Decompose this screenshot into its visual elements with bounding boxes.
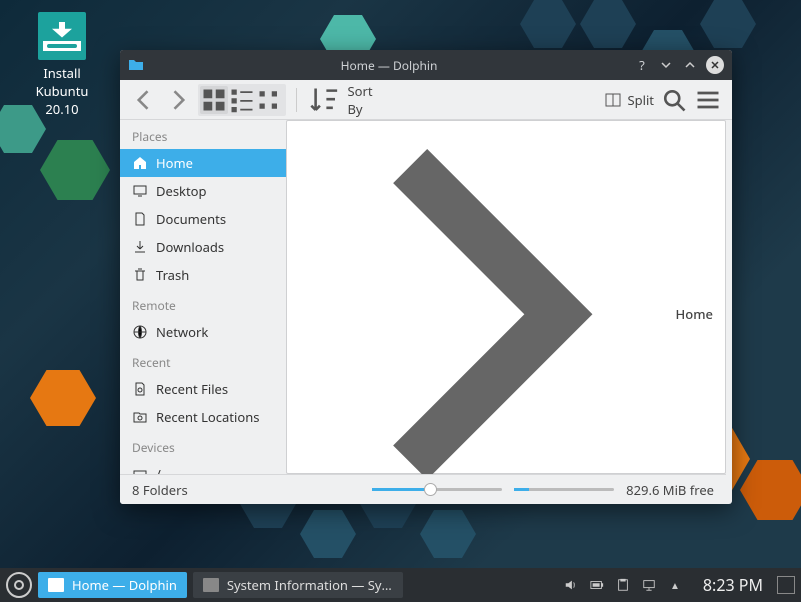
- sidebar-item-[interactable]: /: [120, 460, 286, 474]
- breadcrumb-current: Home: [676, 305, 713, 323]
- system-tray: ▲: [557, 578, 689, 592]
- help-icon[interactable]: ?: [634, 57, 650, 73]
- sidebar: Places Home Desktop Documents Downloads Trash…: [120, 120, 286, 474]
- maximize-icon[interactable]: [682, 57, 698, 73]
- network-icon: [132, 324, 148, 340]
- search-icon: [660, 86, 688, 114]
- home-icon: [132, 155, 148, 171]
- task-label: System Information — System ...: [227, 576, 393, 594]
- titlebar[interactable]: Home — Dolphin ? ✕: [120, 50, 732, 80]
- app-folder-icon: [128, 57, 144, 73]
- statusbar: 8 Folders 829.6 MiB free: [120, 474, 726, 504]
- menu-button[interactable]: [694, 86, 722, 114]
- task-app-icon: [48, 578, 64, 592]
- sidebar-item-recentlocations[interactable]: Recent Locations: [120, 403, 286, 431]
- sidebar-item-label: Recent Files: [156, 380, 228, 398]
- recent-file-icon: [132, 381, 148, 397]
- sidebar-header: Remote: [120, 289, 286, 318]
- sidebar-header: Places: [120, 120, 286, 149]
- volume-icon[interactable]: [563, 578, 579, 592]
- split-label: Split: [627, 91, 654, 109]
- sort-by-button[interactable]: Sort By: [307, 82, 373, 118]
- task-homedolphin[interactable]: Home — Dolphin: [38, 572, 187, 598]
- main-panel: Home DesktopDocumentsDownloadsMusicPictu…: [286, 120, 726, 474]
- breadcrumb[interactable]: Home: [287, 121, 725, 474]
- task-app-icon: [203, 578, 219, 592]
- clipboard-icon[interactable]: [615, 578, 631, 592]
- sidebar-item-recentfiles[interactable]: Recent Files: [120, 375, 286, 403]
- sidebar-item-label: Recent Locations: [156, 408, 259, 426]
- free-space: 829.6 MiB free: [626, 481, 714, 499]
- document-icon: [132, 211, 148, 227]
- network-icon[interactable]: [641, 578, 657, 592]
- desktop-icon-label: Install Kubuntu 20.10: [22, 64, 102, 118]
- task-systeminform[interactable]: System Information — System ...: [193, 572, 403, 598]
- split-icon: [605, 92, 621, 108]
- close-icon[interactable]: ✕: [706, 56, 724, 74]
- recent-loc-icon: [132, 409, 148, 425]
- sort-by-label: Sort By: [347, 82, 372, 118]
- sidebar-item-downloads[interactable]: Downloads: [120, 233, 286, 261]
- view-details-button[interactable]: [256, 86, 284, 114]
- sidebar-item-label: /: [156, 465, 161, 474]
- minimize-icon[interactable]: [658, 57, 674, 73]
- disk-icon: [132, 466, 148, 474]
- disk-usage-bar: [514, 488, 614, 491]
- task-label: Home — Dolphin: [72, 576, 177, 594]
- sidebar-header: Devices: [120, 431, 286, 460]
- back-button[interactable]: [130, 86, 158, 114]
- sidebar-item-label: Documents: [156, 210, 226, 228]
- sort-icon: [307, 82, 341, 116]
- item-count: 8 Folders: [132, 481, 188, 499]
- view-icons-button[interactable]: [200, 86, 228, 114]
- sidebar-item-label: Trash: [156, 266, 189, 284]
- forward-button[interactable]: [164, 86, 192, 114]
- desktop-icon-install-kubuntu[interactable]: Install Kubuntu 20.10: [22, 12, 102, 118]
- show-desktop-button[interactable]: [777, 576, 795, 594]
- clock[interactable]: 8:23 PM: [695, 574, 771, 596]
- search-button[interactable]: [660, 86, 688, 114]
- taskbar: Home — Dolphin System Information — Syste…: [0, 568, 801, 602]
- hamburger-icon: [694, 86, 722, 114]
- sidebar-item-label: Network: [156, 323, 208, 341]
- desktop-icon: [132, 183, 148, 199]
- sidebar-item-label: Desktop: [156, 182, 207, 200]
- battery-icon[interactable]: [589, 578, 605, 592]
- dolphin-window: Home — Dolphin ? ✕ Sort By Split PlacesH…: [120, 50, 732, 504]
- installer-icon: [38, 12, 86, 60]
- sidebar-item-network[interactable]: Network: [120, 318, 286, 346]
- tray-expand-icon[interactable]: ▲: [667, 578, 683, 592]
- zoom-slider[interactable]: [372, 488, 502, 491]
- start-button[interactable]: [6, 572, 32, 598]
- window-title: Home — Dolphin: [152, 57, 626, 74]
- sidebar-item-label: Downloads: [156, 238, 224, 256]
- sidebar-header: Recent: [120, 346, 286, 375]
- chevron-right-icon: [299, 129, 670, 474]
- view-compact-button[interactable]: [228, 86, 256, 114]
- download-icon: [132, 239, 148, 255]
- sidebar-item-desktop[interactable]: Desktop: [120, 177, 286, 205]
- sidebar-item-label: Home: [156, 154, 193, 172]
- trash-icon: [132, 267, 148, 283]
- sidebar-item-home[interactable]: Home: [120, 149, 286, 177]
- sidebar-item-trash[interactable]: Trash: [120, 261, 286, 289]
- toolbar: Sort By Split: [120, 80, 732, 120]
- split-button[interactable]: Split: [605, 91, 654, 109]
- sidebar-item-documents[interactable]: Documents: [120, 205, 286, 233]
